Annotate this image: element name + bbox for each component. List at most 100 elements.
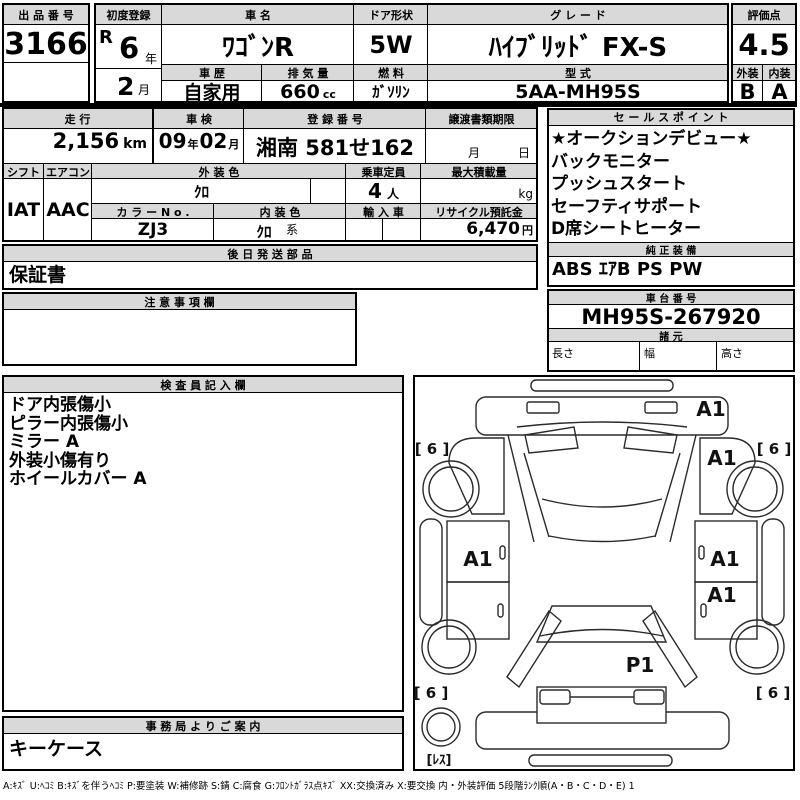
grade-label: グ レ ー ド	[427, 3, 729, 26]
exterior-color-empty-cell	[310, 178, 347, 205]
shift-value: IAT	[2, 178, 45, 242]
chassis-number-value: MH95S-267920	[581, 305, 761, 329]
mark-door-left: A1	[463, 547, 492, 571]
payload-unit: kg	[518, 187, 533, 201]
reg-year: 6	[119, 31, 140, 65]
wiper-right	[623, 426, 678, 454]
a-pillar-left	[523, 452, 550, 538]
factory-equipment-value: ABS ｴｱB PS PW	[552, 259, 703, 280]
door-handle-rear-right	[700, 603, 707, 618]
side-sill-right	[761, 518, 785, 626]
inspector-note-item: ミラー A	[9, 432, 80, 453]
inspector-notes-list: ドア内張傷小 ピラー内張傷小 ミラー A 外装小傷有り ホイールカバー A	[2, 392, 404, 712]
rear-gate	[536, 686, 667, 724]
sales-points-list: ★オークションデビュー★ バックモニター プッシュスタート セーフティサポート …	[547, 126, 795, 240]
recycle-fee-value: 6,470 円	[420, 218, 538, 242]
wheel-front-right-inner	[732, 466, 778, 512]
car-name-label: 車 名	[161, 3, 355, 26]
inspection-label: 車 検	[153, 108, 245, 130]
mark-tire-front-left: [ 6 ]	[415, 440, 450, 458]
headlight-right	[644, 401, 678, 414]
payload-value: kg	[420, 178, 538, 205]
first-registration-month-cell: 2 月	[94, 68, 163, 103]
wheel-front-left	[422, 460, 480, 518]
section-divider	[0, 103, 797, 107]
import-car-cell-2	[382, 218, 422, 242]
body-line-left	[507, 434, 535, 543]
color-no-value: ZJ3	[91, 218, 215, 242]
wheel-rear-left	[421, 619, 477, 675]
mileage-label: 走 行	[2, 108, 153, 130]
transfer-deadline-label: 譲渡書類期限	[425, 108, 538, 130]
front-bumper	[475, 396, 729, 436]
rear-window-line	[539, 628, 664, 637]
door-shape-value: 5W	[353, 24, 429, 66]
reg-month: 2	[117, 72, 135, 101]
first-registration-label: 初度登録	[94, 3, 163, 26]
inspection-month-unit: 月	[228, 138, 240, 151]
reg-month-unit: 月	[137, 83, 150, 97]
mileage-value: 2,156 km	[2, 128, 153, 165]
mark-rear-quarter-right: A1	[707, 583, 736, 607]
reg-year-unit: 年	[144, 52, 157, 66]
score-label: 評価点	[731, 3, 797, 26]
rear-window	[535, 605, 668, 643]
exterior-grade-value: B	[731, 80, 764, 103]
displacement-value: 660 cc	[261, 80, 355, 103]
displacement-unit: cc	[322, 88, 336, 101]
sales-point-item: セーフティサポート	[551, 196, 702, 217]
lot-empty-cell	[2, 62, 90, 103]
mark-spare-tire: [ﾚｽ]	[427, 753, 452, 768]
cowl-line	[548, 535, 656, 543]
registration-number-label: 登 録 番 号	[243, 108, 427, 130]
door-handle-rear-left	[497, 603, 504, 618]
auction-sheet: 出 品 番 号 3166 初度登録 R 6 年 2 月 車 名 ﾜｺﾞﾝR 車 …	[0, 0, 800, 800]
side-sill-left	[419, 518, 443, 626]
interior-color-value: ｸﾛ 系	[213, 218, 347, 242]
sales-point-item: プッシュスタート	[551, 174, 687, 194]
interior-grade-value: A	[762, 80, 797, 103]
inspection-year-unit: 年	[187, 138, 199, 151]
capacity-value: 4 人	[345, 178, 422, 205]
damage-diagram: A1 A1 A1 A1 A1 P1 [ 6 ] [ 6 ] [ 6 ] [ 6 …	[413, 375, 795, 771]
windshield-top-line	[516, 421, 688, 428]
transfer-month-unit: 月	[468, 146, 481, 160]
first-registration-year-cell: R 6 年	[94, 24, 163, 70]
inspection-year: 09	[158, 129, 187, 153]
registration-number-value: 湘南 581せ162	[243, 128, 427, 165]
mark-rear-gate: P1	[626, 653, 655, 677]
sales-point-item: ★オークションデビュー★	[551, 129, 752, 149]
legend-text: A:ｷｽﾞ U:ﾍｺﾐ B:ｷｽﾞを伴うﾍｺﾐ P:要塗装 W:補修跡 S:錆 …	[3, 781, 635, 792]
door-handle-front-right	[698, 545, 705, 560]
spare-tire-inner	[426, 712, 456, 742]
inspection-value: 09 年 02 月	[153, 128, 245, 165]
aircon-value: AAC	[43, 178, 93, 242]
factory-equipment-label: 純 正 装 備	[547, 242, 795, 257]
spare-tire	[421, 707, 461, 747]
mileage-number: 2,156	[52, 129, 120, 153]
spec-width-cell: 幅	[639, 341, 718, 372]
era-code: R	[99, 27, 113, 48]
inspector-note-item: ドア内張傷小	[9, 395, 111, 415]
inspector-note-item: ホイールカバー A	[9, 469, 147, 490]
front-lip-bar	[530, 379, 674, 392]
sales-point-item: D席シートヒーター	[551, 219, 702, 239]
mark-front-bumper-right: A1	[696, 397, 725, 421]
recycle-fee-unit: 円	[522, 224, 533, 237]
exterior-color-value: ｸﾛ	[91, 178, 312, 205]
lot-number-label: 出 品 番 号	[2, 3, 90, 26]
door-handle-front-left	[499, 545, 506, 560]
sales-points-label: セ ー ル ス ポ イ ン ト	[547, 108, 795, 126]
spec-height-cell: 高さ	[716, 341, 795, 372]
mark-tire-rear-left: [ 6 ]	[414, 684, 448, 702]
score-value: 4.5	[731, 24, 797, 66]
mileage-unit: km	[123, 136, 147, 152]
model-code-value: 5AA-MH95S	[427, 80, 729, 103]
car-name-value: ﾜｺﾞﾝR	[161, 24, 355, 66]
a-pillar-right	[654, 452, 681, 538]
inspector-note-item: 外装小傷有り	[9, 450, 111, 471]
fuel-value: ｶﾞｿﾘﾝ	[353, 80, 429, 103]
car-history-value: 自家用	[161, 80, 263, 103]
wheel-rear-left-inner	[427, 625, 471, 669]
displacement-number: 660	[280, 81, 320, 103]
